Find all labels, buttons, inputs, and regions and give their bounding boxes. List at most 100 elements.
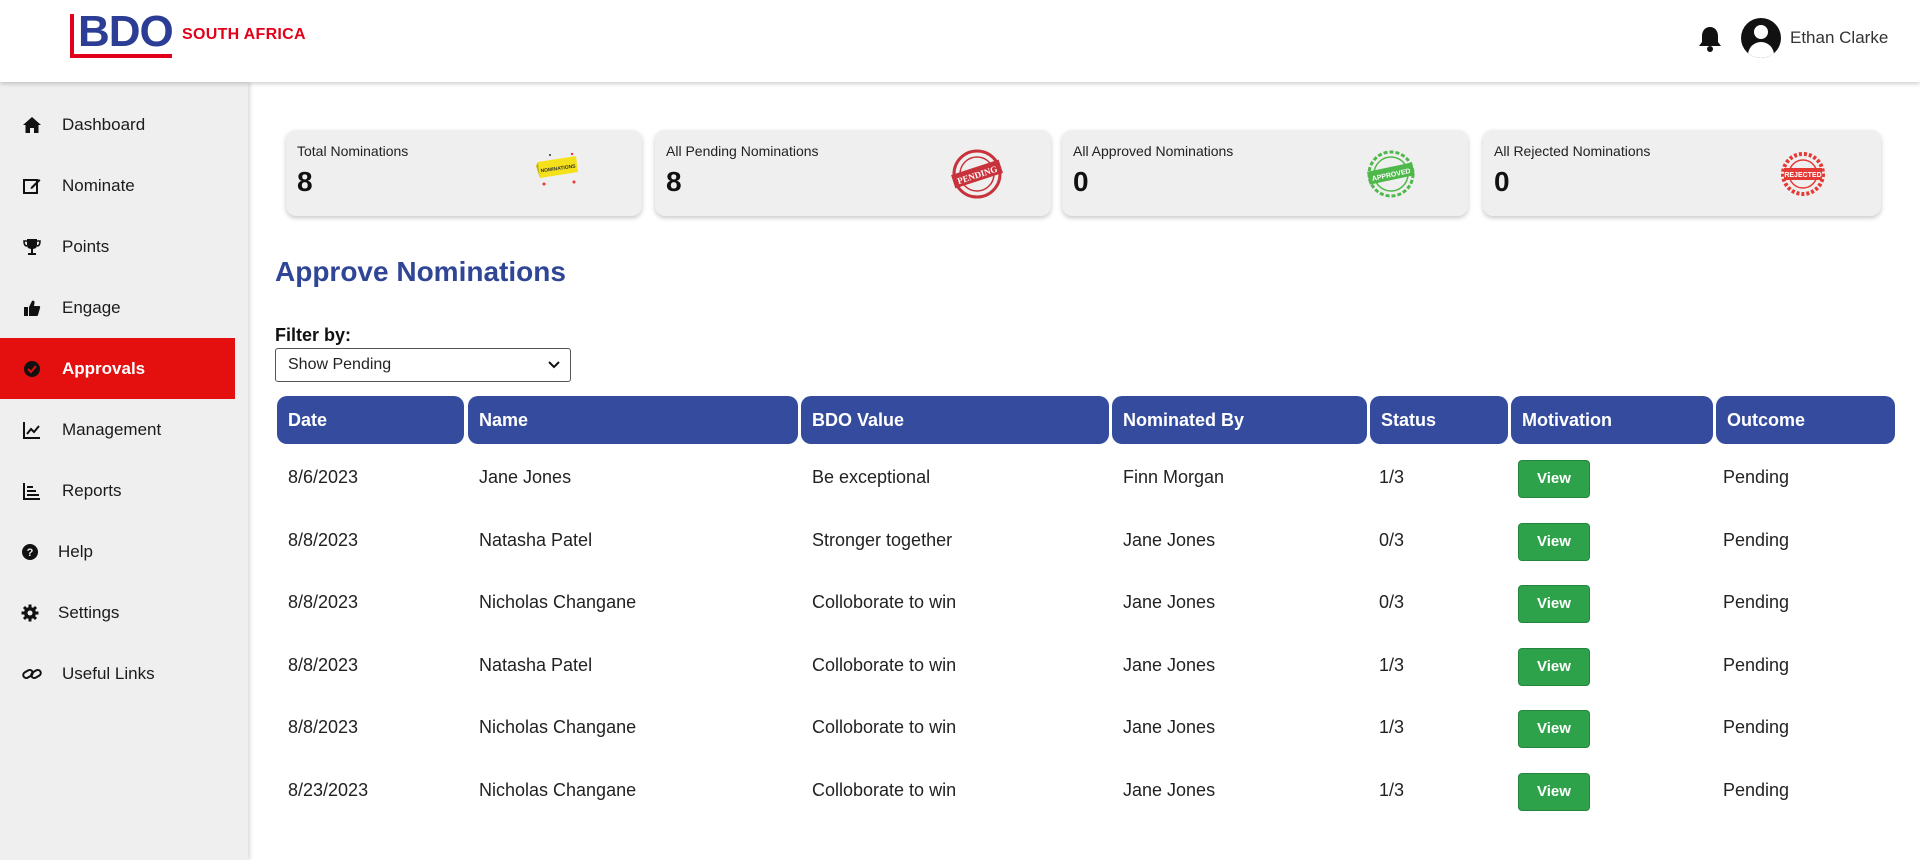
edit-icon	[22, 176, 42, 196]
trophy-icon	[22, 237, 42, 257]
sidebar-item-approvals[interactable]: Approvals	[0, 338, 235, 399]
card-label: All Approved Nominations	[1073, 143, 1234, 159]
sidebar-item-label: Useful Links	[62, 663, 155, 683]
cell-status: 0/3	[1379, 592, 1405, 612]
cell-outcome: Pending	[1723, 467, 1790, 487]
pending-stamp-icon: PENDING	[949, 148, 1005, 205]
card-label: Total Nominations	[297, 143, 409, 159]
cell-bdo-value: Stronger together	[812, 530, 953, 550]
home-icon	[22, 115, 42, 135]
card-label: All Rejected Nominations	[1494, 143, 1651, 159]
sidebar-item-label: Points	[62, 236, 110, 256]
table-row: 8/8/2023 Natasha Patel Colloborate to wi…	[248, 634, 1920, 696]
view-motivation-button[interactable]: View	[1518, 773, 1590, 811]
line-chart-icon	[22, 420, 42, 440]
card-pending-nominations[interactable]: All Pending Nominations 8 PENDING	[655, 130, 1051, 216]
table-row: 8/6/2023 Jane Jones Be exceptional Finn …	[248, 446, 1920, 508]
view-motivation-button[interactable]: View	[1518, 585, 1590, 623]
question-circle-icon: ?	[20, 542, 40, 562]
bell-icon[interactable]	[1697, 25, 1723, 53]
column-header-status[interactable]: Status	[1370, 396, 1508, 444]
top-header: BDO SOUTH AFRICA Ethan Clarke	[0, 0, 1920, 82]
column-header-motivation[interactable]: Motivation	[1511, 396, 1713, 444]
cell-name: Natasha Patel	[479, 530, 593, 550]
card-value: 0	[1494, 166, 1510, 197]
cell-outcome: Pending	[1723, 655, 1790, 675]
check-circle-icon	[22, 359, 42, 379]
chevron-down-icon	[548, 361, 560, 369]
cell-name: Nicholas Changane	[479, 717, 637, 737]
cell-bdo-value: Colloborate to win	[812, 592, 957, 612]
filter-select[interactable]: Show Pending	[275, 348, 571, 382]
cell-date: 8/8/2023	[288, 592, 359, 612]
cell-status: 0/3	[1379, 530, 1405, 550]
view-motivation-button[interactable]: View	[1518, 523, 1590, 561]
sidebar-item-dashboard[interactable]: Dashboard	[0, 94, 235, 155]
bar-list-icon	[22, 481, 42, 501]
card-rejected-nominations[interactable]: All Rejected Nominations 0 REJECTED	[1483, 130, 1881, 216]
sidebar-item-management[interactable]: Management	[0, 399, 235, 460]
sidebar-item-nominate[interactable]: Nominate	[0, 155, 235, 216]
cell-status: 1/3	[1379, 655, 1405, 675]
sidebar-item-label: Management	[62, 419, 162, 439]
user-name[interactable]: Ethan Clarke	[1790, 28, 1888, 48]
thumbs-up-icon	[22, 298, 42, 318]
table-row: 8/8/2023 Natasha Patel Stronger together…	[248, 509, 1920, 571]
column-header-date[interactable]: Date	[277, 396, 464, 444]
page-title: Approve Nominations	[275, 256, 566, 287]
sidebar-item-points[interactable]: Points	[0, 216, 235, 277]
svg-text:?: ?	[27, 547, 34, 559]
column-header-nominated-by[interactable]: Nominated By	[1112, 396, 1367, 444]
card-value: 8	[666, 166, 682, 197]
filter-label: Filter by:	[275, 325, 352, 345]
sidebar-item-label: Reports	[62, 480, 122, 500]
cell-bdo-value: Be exceptional	[812, 467, 931, 487]
column-header-bdo-value[interactable]: BDO Value	[801, 396, 1109, 444]
user-avatar-icon[interactable]	[1741, 18, 1781, 58]
view-motivation-button[interactable]: View	[1518, 648, 1590, 686]
view-motivation-button[interactable]: View	[1518, 460, 1590, 498]
sidebar-item-engage[interactable]: Engage	[0, 277, 235, 338]
cell-name: Nicholas Changane	[479, 780, 637, 800]
card-total-nominations[interactable]: Total Nominations 8 NOMINATIONS	[286, 130, 642, 216]
sidebar-item-label: Help	[58, 541, 93, 561]
view-motivation-button[interactable]: View	[1518, 710, 1590, 748]
card-approved-nominations[interactable]: All Approved Nominations 0 APPROVED	[1062, 130, 1468, 216]
cell-status: 1/3	[1379, 717, 1405, 737]
cell-nominated-by: Finn Morgan	[1123, 467, 1225, 487]
sidebar-item-label: Settings	[58, 602, 120, 622]
cell-outcome: Pending	[1723, 530, 1790, 550]
sidebar-item-useful-links[interactable]: Useful Links	[0, 643, 235, 704]
sidebar-item-label: Dashboard	[62, 114, 146, 134]
card-value: 0	[1073, 166, 1089, 197]
cell-nominated-by: Jane Jones	[1123, 530, 1216, 550]
cell-nominated-by: Jane Jones	[1123, 780, 1216, 800]
cell-bdo-value: Colloborate to win	[812, 780, 957, 800]
column-header-name[interactable]: Name	[468, 396, 798, 444]
sidebar-item-help[interactable]: ? Help	[0, 521, 235, 582]
cell-name: Nicholas Changane	[479, 592, 637, 612]
sidebar-item-reports[interactable]: Reports	[0, 460, 235, 521]
logo-region: SOUTH AFRICA	[182, 26, 306, 43]
cell-date: 8/6/2023	[288, 467, 359, 487]
table-row: 8/8/2023 Nicholas Changane Colloborate t…	[248, 696, 1920, 758]
card-label: All Pending Nominations	[666, 143, 819, 159]
cell-date: 8/8/2023	[288, 530, 359, 550]
sidebar-item-label: Nominate	[62, 175, 135, 195]
cell-name: Jane Jones	[479, 467, 572, 487]
cell-name: Natasha Patel	[479, 655, 593, 675]
sidebar-item-settings[interactable]: Settings	[0, 582, 235, 643]
column-header-outcome[interactable]: Outcome	[1716, 396, 1895, 444]
approved-stamp-icon: APPROVED	[1364, 148, 1418, 205]
cell-nominated-by: Jane Jones	[1123, 592, 1216, 612]
bdo-logo[interactable]: BDO SOUTH AFRICA	[70, 10, 306, 58]
cell-bdo-value: Colloborate to win	[812, 655, 957, 675]
cell-date: 8/8/2023	[288, 655, 359, 675]
cell-nominated-by: Jane Jones	[1123, 717, 1216, 737]
main-content: Total Nominations 8 NOMINATIONS All Pend…	[248, 82, 1920, 860]
cell-status: 1/3	[1379, 780, 1405, 800]
cell-date: 8/8/2023	[288, 717, 359, 737]
logo-text: BDO	[78, 7, 174, 56]
cell-outcome: Pending	[1723, 592, 1790, 612]
sidebar-item-label: Approvals	[62, 358, 146, 378]
